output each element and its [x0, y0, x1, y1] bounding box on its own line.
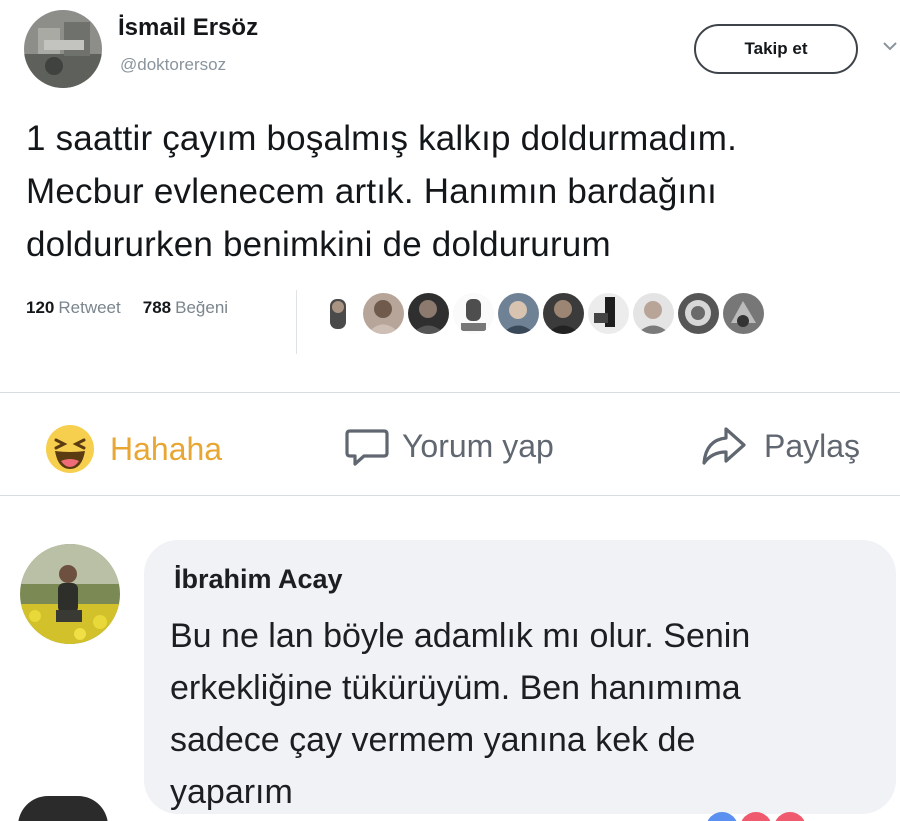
love-reaction-icon: [774, 812, 806, 821]
comment-button[interactable]: Yorum yap: [344, 423, 554, 469]
comment-label: Yorum yap: [402, 427, 554, 464]
tweet-text-line: 1 saattir çayım boşalmış kalkıp doldurma…: [26, 119, 738, 158]
liker-avatar[interactable]: [318, 293, 359, 334]
speech-bubble-icon: [345, 429, 389, 466]
follow-button[interactable]: Takip et: [694, 24, 858, 74]
commenter-avatar[interactable]: [20, 544, 120, 644]
comment-text-line: erkekliğine tükürüyüm. Ben hanımıma: [170, 669, 741, 707]
retweet-count[interactable]: 120: [26, 298, 54, 318]
liker-avatars: [318, 293, 764, 334]
next-avatar-fragment: [18, 796, 108, 821]
like-reaction-icon: [706, 812, 738, 821]
tweet-text: 1 saattir çayım boşalmış kalkıp doldurma…: [26, 112, 896, 271]
share-arrow-icon: [702, 427, 746, 465]
haha-button[interactable]: Hahaha: [44, 423, 222, 475]
comment-bubble: İbrahim Acay Bu ne lan böyle adamlık mı …: [144, 540, 896, 814]
tweet-text-line: doldururken benimkini de doldururum: [26, 225, 611, 264]
liker-avatar[interactable]: [363, 293, 404, 334]
haha-label: Hahaha: [110, 430, 223, 467]
liker-avatar[interactable]: [408, 293, 449, 334]
tweet-text-line: Mecbur evlenecem artık. Hanımın bardağın…: [26, 172, 718, 211]
share-label: Paylaş: [764, 427, 861, 464]
reaction-action-bar: Hahaha Yorum yap Paylaş: [0, 392, 900, 496]
chevron-down-icon[interactable]: [880, 36, 900, 56]
laughing-face-icon: [46, 425, 94, 473]
tweet-stats: 120 Retweet 788 Beğeni: [26, 298, 228, 318]
love-reaction-icon: [740, 812, 772, 821]
liker-avatar[interactable]: [633, 293, 674, 334]
tweet-card: İsmail Ersöz @doktorersoz Takip et 1 saa…: [0, 0, 900, 362]
tweet-author-avatar[interactable]: [24, 10, 102, 88]
tweet-author-name[interactable]: İsmail Ersöz: [118, 14, 258, 42]
liker-avatar[interactable]: [498, 293, 539, 334]
tweet-author-handle[interactable]: @doktorersoz: [120, 55, 226, 75]
comment-text-line: yaparım: [170, 773, 293, 811]
comment-text-line: Bu ne lan böyle adamlık mı olur. Senin: [170, 617, 751, 655]
comment-text: Bu ne lan böyle adamlık mı olur. Senin e…: [170, 610, 890, 818]
comment-text-line: sadece çay vermem yanına kek de: [170, 721, 696, 759]
comment-author-name[interactable]: İbrahim Acay: [174, 564, 343, 595]
liker-avatar[interactable]: [678, 293, 719, 334]
liker-avatar[interactable]: [453, 293, 494, 334]
share-button[interactable]: Paylaş: [700, 423, 860, 469]
like-count[interactable]: 788: [143, 298, 171, 318]
liker-avatar[interactable]: [723, 293, 764, 334]
comment-reactions-peek[interactable]: [706, 812, 806, 821]
liker-avatar[interactable]: [543, 293, 584, 334]
retweet-label[interactable]: Retweet: [58, 298, 120, 318]
like-label[interactable]: Beğeni: [175, 298, 228, 318]
liker-avatar[interactable]: [588, 293, 629, 334]
stats-divider: [296, 290, 297, 354]
